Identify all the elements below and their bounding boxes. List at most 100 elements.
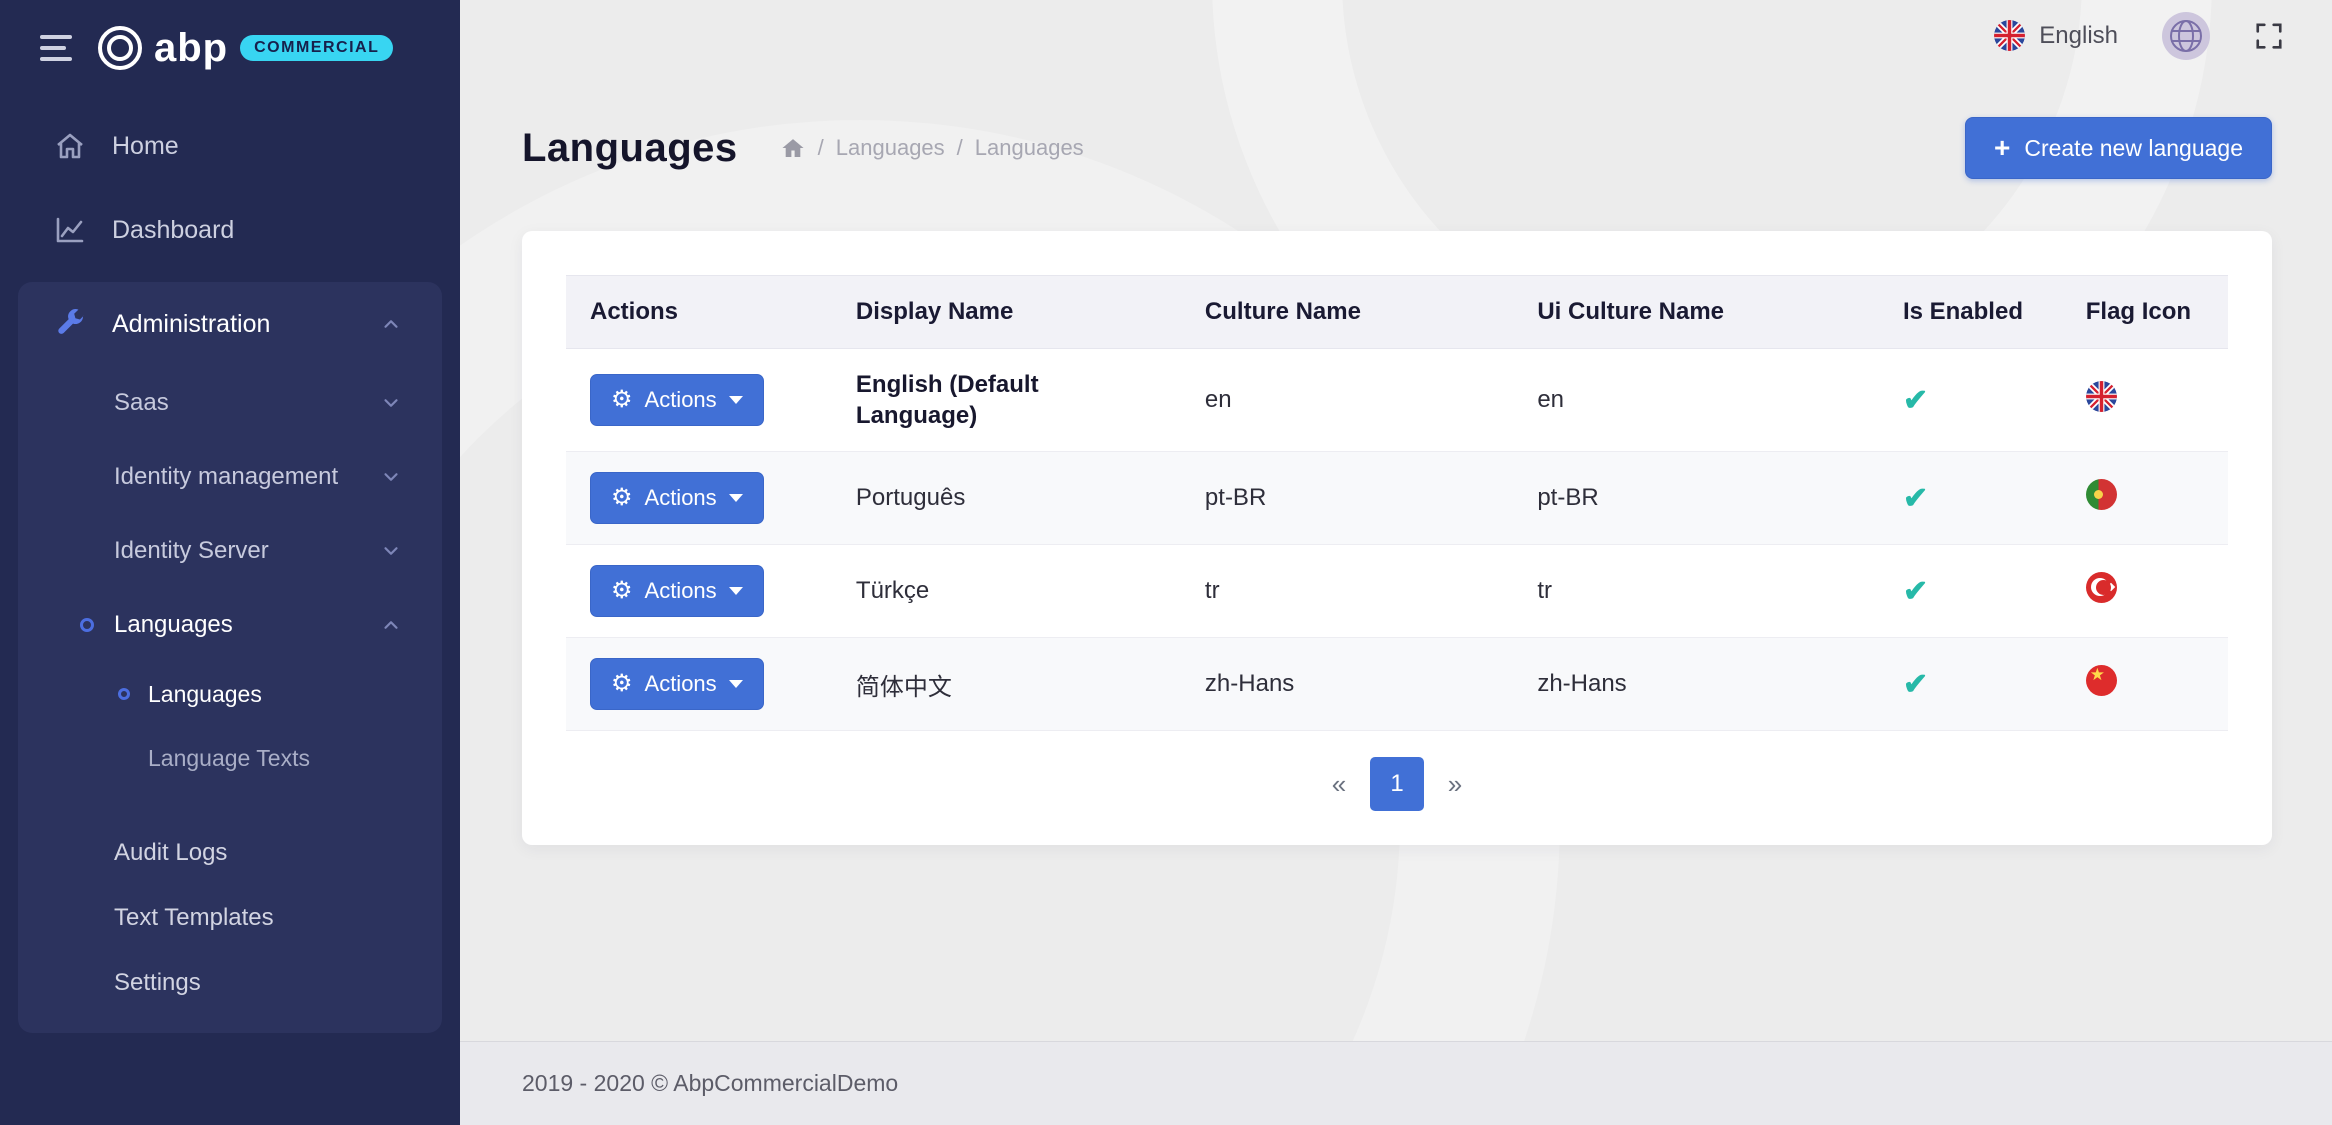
culture-name-cell: tr bbox=[1181, 545, 1513, 638]
avatar[interactable] bbox=[2162, 12, 2210, 60]
display-name-cell: English (Default Language) bbox=[832, 349, 1181, 452]
table-header-row: Actions Display Name Culture Name Ui Cul… bbox=[566, 276, 2228, 349]
bullet-icon bbox=[80, 618, 94, 632]
check-icon: ✔ bbox=[1903, 384, 1928, 417]
sidebar-item-settings[interactable]: Settings bbox=[18, 950, 442, 1015]
actions-button[interactable]: ⚙ Actions bbox=[590, 658, 764, 710]
caret-down-icon bbox=[729, 587, 743, 595]
breadcrumb-item[interactable]: Languages bbox=[836, 135, 945, 161]
abp-logo-text: abp bbox=[154, 26, 228, 71]
actions-button-label: Actions bbox=[645, 578, 717, 604]
sidebar-item-label: Language Texts bbox=[148, 745, 310, 772]
column-header-ui-culture-name: Ui Culture Name bbox=[1513, 276, 1879, 349]
chevron-down-icon bbox=[380, 392, 402, 414]
home-icon bbox=[54, 130, 86, 162]
caret-down-icon bbox=[729, 494, 743, 502]
sidebar-item-text-templates[interactable]: Text Templates bbox=[18, 885, 442, 950]
table-row: ⚙ Actions 简体中文 zh-Hans zh-Hans ✔ bbox=[566, 638, 2228, 731]
pagination-prev[interactable]: « bbox=[1312, 757, 1366, 811]
current-language-label: English bbox=[2039, 22, 2118, 50]
sidebar-item-administration[interactable]: Administration bbox=[18, 282, 442, 366]
sidebar-item-label: Saas bbox=[114, 389, 169, 417]
sidebar-item-saas[interactable]: Saas bbox=[18, 366, 442, 440]
culture-name-cell: en bbox=[1181, 349, 1513, 452]
plus-icon: + bbox=[1994, 134, 2010, 162]
create-button-label: Create new language bbox=[2024, 135, 2243, 162]
actions-button[interactable]: ⚙ Actions bbox=[590, 374, 764, 426]
chevron-up-icon bbox=[380, 614, 402, 636]
china-flag-icon bbox=[2086, 665, 2117, 696]
column-header-culture-name: Culture Name bbox=[1181, 276, 1513, 349]
sidebar-item-label: Identity management bbox=[114, 463, 338, 491]
ui-culture-name-cell: tr bbox=[1513, 545, 1879, 638]
column-header-flag-icon: Flag Icon bbox=[2062, 276, 2228, 349]
pagination: « 1 » bbox=[566, 757, 2228, 811]
administration-menu-group: Administration Saas Identity management … bbox=[18, 282, 442, 1033]
sidebar-item-label: Dashboard bbox=[112, 216, 234, 245]
sidebar-header: abp COMMERCIAL bbox=[0, 0, 460, 96]
table-row: ⚙ Actions English (Default Language) en … bbox=[566, 349, 2228, 452]
culture-name-cell: pt-BR bbox=[1181, 452, 1513, 545]
sidebar-item-language-texts[interactable]: Language Texts bbox=[18, 726, 442, 790]
sidebar-item-label: Settings bbox=[114, 969, 201, 997]
copyright-text: 2019 - 2020 © AbpCommercialDemo bbox=[522, 1070, 898, 1097]
chevron-up-icon bbox=[380, 313, 402, 335]
check-icon: ✔ bbox=[1903, 668, 1928, 701]
sidebar-item-label: Languages bbox=[148, 681, 262, 708]
pagination-page-1[interactable]: 1 bbox=[1370, 757, 1424, 811]
table-row: ⚙ Actions Türkçe tr tr ✔ bbox=[566, 545, 2228, 638]
sidebar-item-label: Audit Logs bbox=[114, 839, 227, 867]
languages-table-card: Actions Display Name Culture Name Ui Cul… bbox=[522, 231, 2272, 845]
check-icon: ✔ bbox=[1903, 575, 1928, 608]
sidebar-item-label: Text Templates bbox=[114, 904, 274, 932]
gear-icon: ⚙ bbox=[611, 579, 633, 603]
sidebar-item-languages-group[interactable]: Languages bbox=[18, 588, 442, 662]
bullet-icon bbox=[118, 688, 130, 700]
gear-icon: ⚙ bbox=[611, 486, 633, 510]
fullscreen-icon[interactable] bbox=[2254, 21, 2284, 51]
pagination-next[interactable]: » bbox=[1428, 757, 1482, 811]
ui-culture-name-cell: en bbox=[1513, 349, 1879, 452]
display-name-cell: 简体中文 bbox=[832, 638, 1181, 731]
sidebar: abp COMMERCIAL Home Dashboard Administra… bbox=[0, 0, 460, 1125]
actions-button[interactable]: ⚙ Actions bbox=[590, 565, 764, 617]
sidebar-item-identity-management[interactable]: Identity management bbox=[18, 440, 442, 514]
gear-icon: ⚙ bbox=[611, 388, 633, 412]
column-header-display-name: Display Name bbox=[832, 276, 1181, 349]
caret-down-icon bbox=[729, 680, 743, 688]
sidebar-item-label: Administration bbox=[112, 310, 270, 339]
breadcrumb: / Languages / Languages bbox=[780, 135, 1084, 161]
abp-logo[interactable]: abp COMMERCIAL bbox=[98, 26, 393, 71]
main-area: English Languages / Languages / Language… bbox=[460, 0, 2332, 1125]
caret-down-icon bbox=[729, 396, 743, 404]
culture-name-cell: zh-Hans bbox=[1181, 638, 1513, 731]
check-icon: ✔ bbox=[1903, 482, 1928, 515]
breadcrumb-separator: / bbox=[818, 135, 824, 161]
commercial-badge: COMMERCIAL bbox=[240, 35, 393, 61]
create-new-language-button[interactable]: + Create new language bbox=[1965, 117, 2272, 179]
sidebar-item-label: Home bbox=[112, 132, 179, 161]
column-header-is-enabled: Is Enabled bbox=[1879, 276, 2062, 349]
sidebar-item-languages[interactable]: Languages bbox=[18, 662, 442, 726]
sidebar-nav: Home Dashboard Administration Saas bbox=[0, 96, 460, 1033]
sidebar-item-identity-server[interactable]: Identity Server bbox=[18, 514, 442, 588]
sidebar-item-label: Languages bbox=[114, 611, 233, 639]
footer: 2019 - 2020 © AbpCommercialDemo bbox=[460, 1041, 2332, 1125]
display-name-cell: Türkçe bbox=[832, 545, 1181, 638]
hamburger-menu-icon[interactable] bbox=[40, 35, 72, 61]
page-content: Languages / Languages / Languages + Crea… bbox=[460, 71, 2332, 845]
sidebar-item-label: Identity Server bbox=[114, 537, 269, 565]
sidebar-item-audit-logs[interactable]: Audit Logs bbox=[18, 820, 442, 885]
dashboard-icon bbox=[54, 214, 86, 246]
ui-culture-name-cell: zh-Hans bbox=[1513, 638, 1879, 731]
ui-culture-name-cell: pt-BR bbox=[1513, 452, 1879, 545]
turkey-flag-icon bbox=[2086, 572, 2117, 603]
breadcrumb-item[interactable]: Languages bbox=[975, 135, 1084, 161]
language-selector[interactable]: English bbox=[1994, 20, 2118, 51]
actions-button-label: Actions bbox=[645, 387, 717, 413]
sidebar-item-home[interactable]: Home bbox=[0, 104, 460, 188]
column-header-actions: Actions bbox=[566, 276, 832, 349]
sidebar-item-dashboard[interactable]: Dashboard bbox=[0, 188, 460, 272]
actions-button[interactable]: ⚙ Actions bbox=[590, 472, 764, 524]
uk-flag-icon bbox=[2086, 381, 2117, 412]
